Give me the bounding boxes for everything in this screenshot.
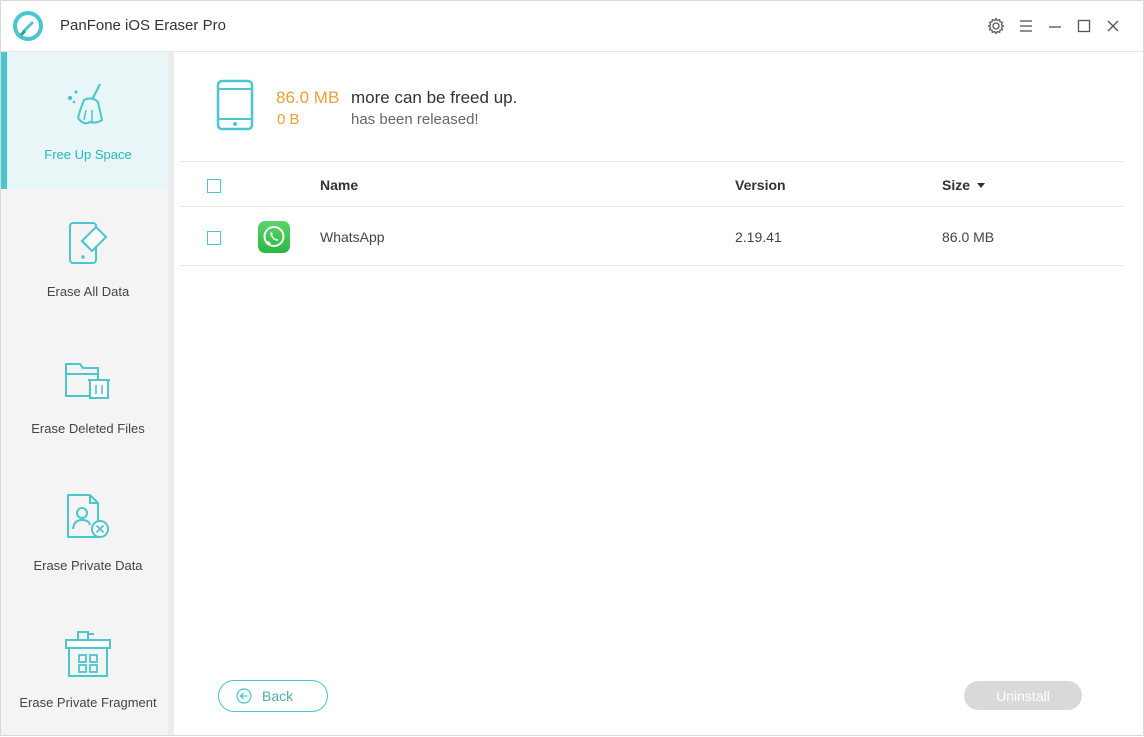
minimize-icon[interactable] <box>1045 16 1065 36</box>
app-name: WhatsApp <box>320 229 385 245</box>
app-title: PanFone iOS Eraser Pro <box>60 17 226 34</box>
sidebar-item-label: Erase Deleted Files <box>31 421 145 436</box>
row-checkbox[interactable] <box>207 231 221 245</box>
menu-icon[interactable] <box>1016 16 1036 36</box>
sidebar-item-erase-all-data[interactable]: Erase All Data <box>1 189 168 326</box>
sort-desc-icon <box>977 183 986 188</box>
released-size: 0 B <box>277 111 300 128</box>
freeable-text: more can be freed up. <box>351 88 518 107</box>
app-window: PanFone iOS Eraser Pro Free Up Space Era… <box>0 0 1144 736</box>
title-bar: PanFone iOS Eraser Pro <box>1 1 1143 52</box>
sidebar: Free Up Space Erase All Data Erase Delet… <box>1 52 174 735</box>
contact-delete-icon <box>67 494 109 538</box>
sidebar-item-erase-private-data[interactable]: Erase Private Data <box>1 463 168 600</box>
column-header-name[interactable]: Name <box>320 177 358 193</box>
back-button[interactable]: Back <box>218 680 328 712</box>
column-header-size[interactable]: Size <box>942 177 986 193</box>
table-row[interactable]: WhatsApp 2.19.41 86.0 MB <box>179 207 1123 266</box>
uninstall-button-label: Uninstall <box>996 688 1050 704</box>
maximize-icon[interactable] <box>1074 16 1094 36</box>
sidebar-item-label: Free Up Space <box>44 147 132 162</box>
sidebar-item-label: Erase Private Data <box>33 558 143 573</box>
app-size: 86.0 MB <box>942 229 995 245</box>
table-header: Name Version Size <box>179 162 1123 207</box>
sidebar-item-label: Erase Private Fragment <box>19 695 157 710</box>
uninstall-button[interactable]: Uninstall <box>964 681 1082 710</box>
settings-gear-icon[interactable] <box>986 16 1006 36</box>
broom-icon <box>67 83 104 125</box>
app-logo-icon <box>13 11 43 41</box>
phone-icon <box>216 79 254 131</box>
sidebar-item-erase-private-fragment[interactable]: Erase Private Fragment <box>1 600 168 737</box>
freeable-size: 86.0 MB <box>276 88 340 107</box>
back-button-label: Back <box>262 688 294 704</box>
select-all-checkbox[interactable] <box>207 179 221 193</box>
sidebar-item-label: Erase All Data <box>46 284 130 299</box>
folder-trash-icon <box>65 363 110 399</box>
column-header-size-label: Size <box>942 177 971 193</box>
sidebar-item-free-up-space[interactable]: Free Up Space <box>1 52 168 189</box>
back-arrow-icon <box>236 688 252 704</box>
close-icon[interactable] <box>1103 16 1123 36</box>
column-header-version[interactable]: Version <box>735 177 786 193</box>
sidebar-item-erase-deleted-files[interactable]: Erase Deleted Files <box>1 326 168 463</box>
app-version: 2.19.41 <box>735 229 782 245</box>
phone-eraser-icon <box>69 222 108 264</box>
whatsapp-icon <box>258 221 290 253</box>
released-text: has been released! <box>351 111 479 128</box>
fragment-bin-icon <box>65 631 111 677</box>
